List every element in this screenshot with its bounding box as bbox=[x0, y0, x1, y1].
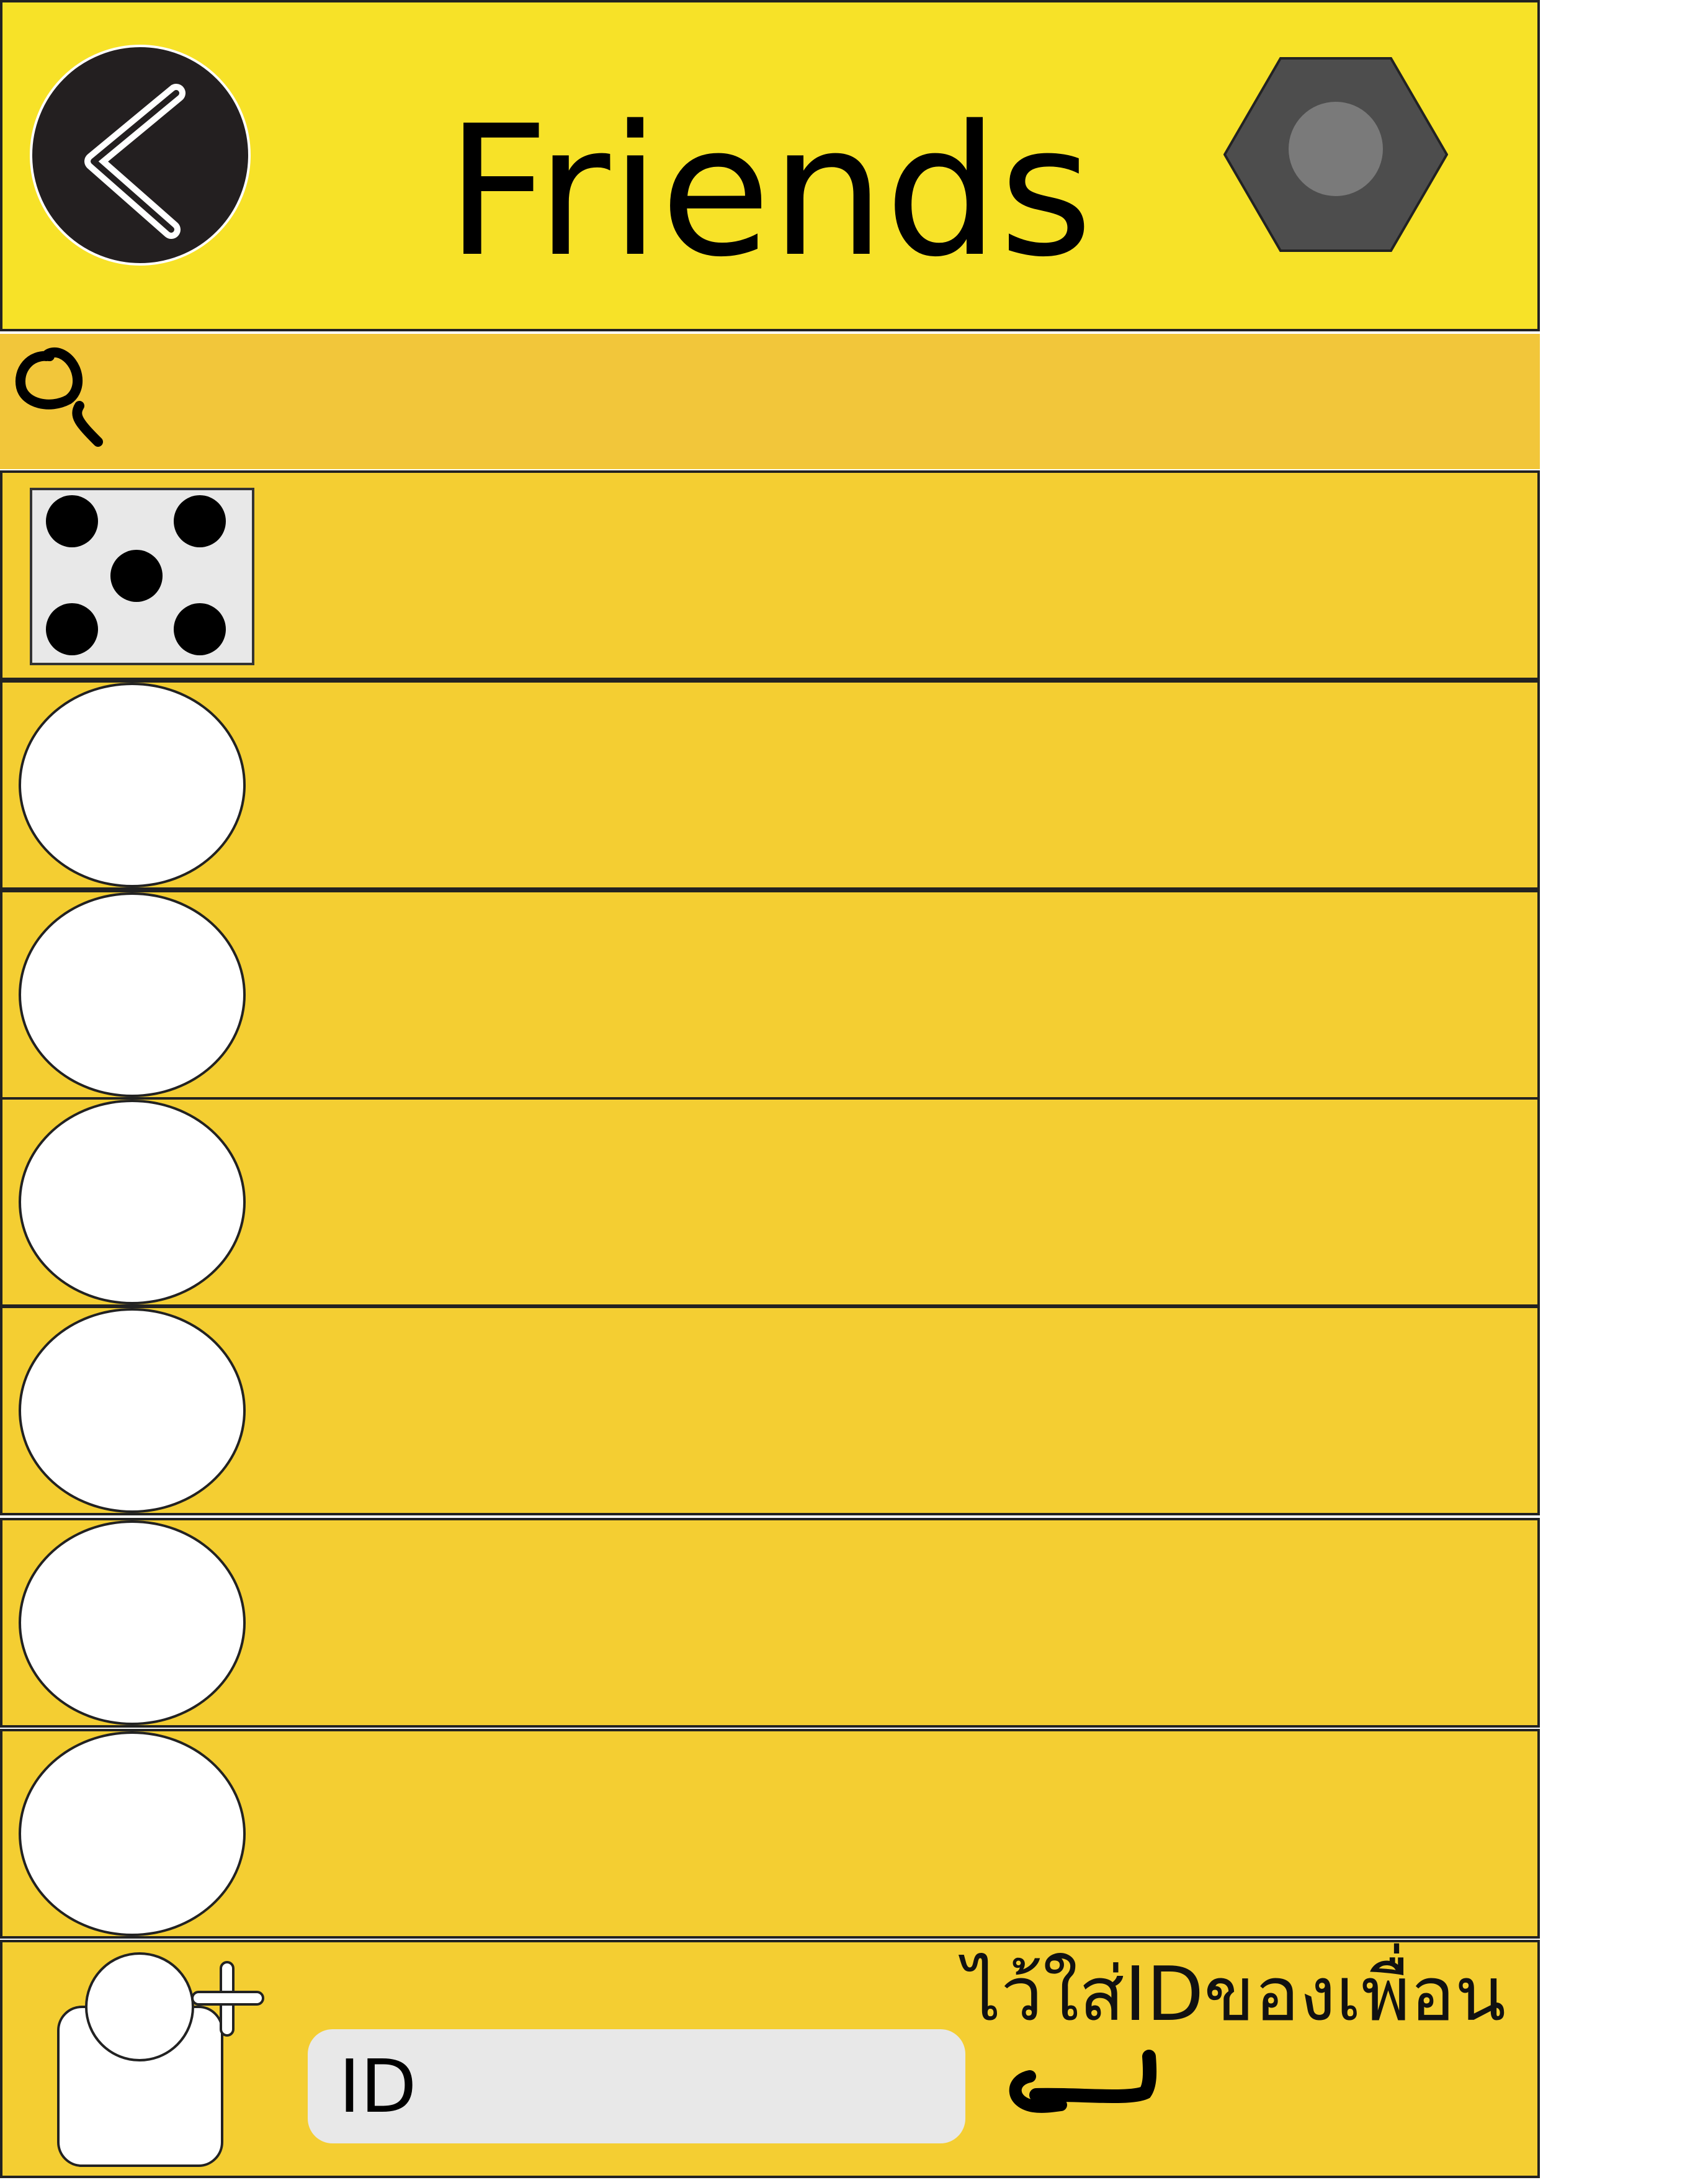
search-icon[interactable] bbox=[11, 343, 117, 454]
avatar bbox=[19, 1731, 246, 1936]
curved-arrow-left-icon bbox=[993, 2048, 1166, 2135]
avatar bbox=[19, 892, 246, 1097]
dice-avatar-icon bbox=[30, 488, 254, 665]
avatar bbox=[19, 683, 246, 887]
friend-id-input[interactable] bbox=[308, 2029, 965, 2143]
avatar bbox=[19, 1520, 246, 1725]
add-friend-button[interactable] bbox=[55, 1947, 303, 2172]
friend-row[interactable] bbox=[0, 680, 1540, 890]
dice-pip bbox=[46, 495, 98, 547]
hexagon-settings-icon bbox=[1223, 57, 1449, 252]
friend-row[interactable] bbox=[0, 890, 1540, 1100]
dice-pip bbox=[174, 495, 226, 547]
search-bar[interactable] bbox=[0, 334, 1540, 469]
dice-pip bbox=[110, 550, 163, 602]
id-hint-label: ไว้ใส่IDของเพื่อน bbox=[963, 1952, 1506, 2038]
back-button[interactable] bbox=[29, 43, 252, 267]
dice-pip bbox=[174, 603, 226, 655]
friend-row[interactable] bbox=[0, 1097, 1540, 1307]
friend-row[interactable] bbox=[0, 470, 1540, 680]
chevron-left-icon bbox=[30, 45, 251, 266]
avatar bbox=[19, 1100, 246, 1304]
friend-row[interactable] bbox=[0, 1518, 1540, 1728]
page-title: Friends bbox=[445, 87, 1093, 297]
dice-pip bbox=[46, 603, 98, 655]
avatar bbox=[19, 1308, 246, 1513]
friend-row[interactable] bbox=[0, 1306, 1540, 1515]
settings-button[interactable] bbox=[1223, 56, 1449, 253]
add-user-icon bbox=[57, 1952, 264, 2167]
friend-row[interactable] bbox=[0, 1729, 1540, 1939]
